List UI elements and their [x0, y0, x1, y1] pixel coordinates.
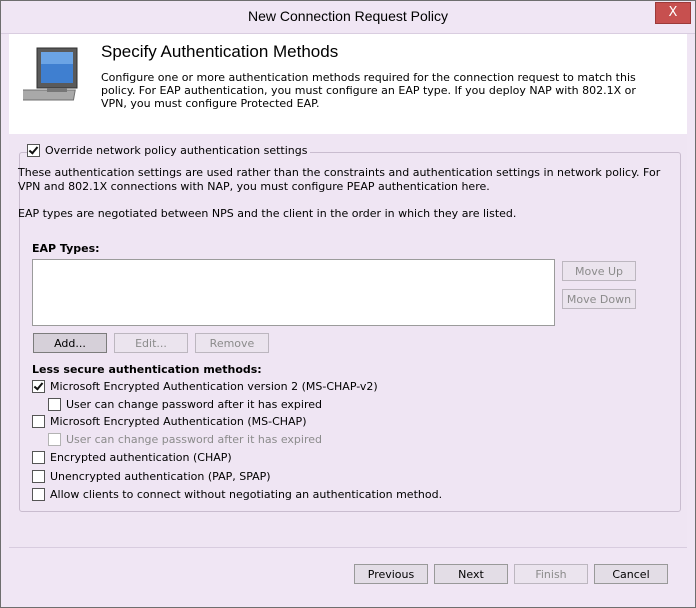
next-button[interactable]: Next	[434, 564, 508, 584]
ms-chap-checkbox[interactable]: Microsoft Encrypted Authentication (MS-C…	[32, 415, 306, 428]
override-label: Override network policy authentication s…	[45, 144, 308, 157]
pap-spap-label: Unencrypted authentication (PAP, SPAP)	[50, 470, 271, 483]
checkbox-icon[interactable]	[48, 398, 61, 411]
ms-chap-v2-change-password-checkbox[interactable]: User can change password after it has ex…	[48, 398, 322, 411]
ms-chap-v2-label: Microsoft Encrypted Authentication versi…	[50, 380, 378, 393]
eap-types-label: EAP Types:	[32, 242, 100, 255]
pap-spap-checkbox[interactable]: Unencrypted authentication (PAP, SPAP)	[32, 470, 271, 483]
ms-chap-v2-change-password-label: User can change password after it has ex…	[66, 398, 323, 411]
wizard-footer: Previous Next Finish Cancel	[1, 548, 695, 607]
ms-chap-v2-checkbox[interactable]: Microsoft Encrypted Authentication versi…	[32, 380, 378, 393]
eap-types-list[interactable]	[32, 259, 555, 326]
checkbox-checked-icon[interactable]	[27, 144, 40, 157]
checkbox-disabled-icon	[48, 433, 61, 446]
less-secure-label: Less secure authentication methods:	[32, 363, 262, 376]
wizard-content: These authentication settings are used r…	[9, 134, 687, 547]
add-button[interactable]: Add...	[33, 333, 107, 353]
remove-button[interactable]: Remove	[195, 333, 269, 353]
chap-checkbox[interactable]: Encrypted authentication (CHAP)	[32, 451, 232, 464]
ms-chap-label: Microsoft Encrypted Authentication (MS-C…	[50, 415, 307, 428]
override-groupbox: These authentication settings are used r…	[18, 152, 681, 512]
title-bar: New Connection Request Policy X	[1, 1, 695, 34]
cancel-button[interactable]: Cancel	[594, 564, 668, 584]
chap-label: Encrypted authentication (CHAP)	[50, 451, 232, 464]
move-up-button[interactable]: Move Up	[562, 261, 636, 281]
window-title: New Connection Request Policy	[248, 8, 448, 24]
checkbox-icon[interactable]	[32, 470, 45, 483]
ms-chap-change-password-label: User can change password after it has ex…	[66, 433, 323, 446]
info-text-1: These authentication settings are used r…	[18, 166, 661, 193]
edit-button[interactable]: Edit...	[114, 333, 188, 353]
wizard-header: Specify Authentication Methods Configure…	[9, 34, 687, 134]
override-checkbox[interactable]: Override network policy authentication s…	[27, 144, 311, 157]
wizard-window: New Connection Request Policy X Specify …	[0, 0, 696, 608]
page-title: Specify Authentication Methods	[101, 42, 339, 61]
close-button[interactable]: X	[655, 2, 691, 24]
no-auth-label: Allow clients to connect without negotia…	[50, 488, 443, 501]
no-auth-checkbox[interactable]: Allow clients to connect without negotia…	[32, 488, 442, 501]
ms-chap-change-password-checkbox: User can change password after it has ex…	[48, 433, 322, 446]
checkbox-icon[interactable]	[32, 451, 45, 464]
checkbox-checked-icon[interactable]	[32, 380, 45, 393]
computer-monitor-icon	[23, 47, 78, 101]
info-text-2: EAP types are negotiated between NPS and…	[18, 207, 517, 220]
checkbox-icon[interactable]	[32, 488, 45, 501]
page-description: Configure one or more authentication met…	[101, 71, 636, 110]
previous-button[interactable]: Previous	[354, 564, 428, 584]
move-down-button[interactable]: Move Down	[562, 289, 636, 309]
checkbox-icon[interactable]	[32, 415, 45, 428]
finish-button[interactable]: Finish	[514, 564, 588, 584]
